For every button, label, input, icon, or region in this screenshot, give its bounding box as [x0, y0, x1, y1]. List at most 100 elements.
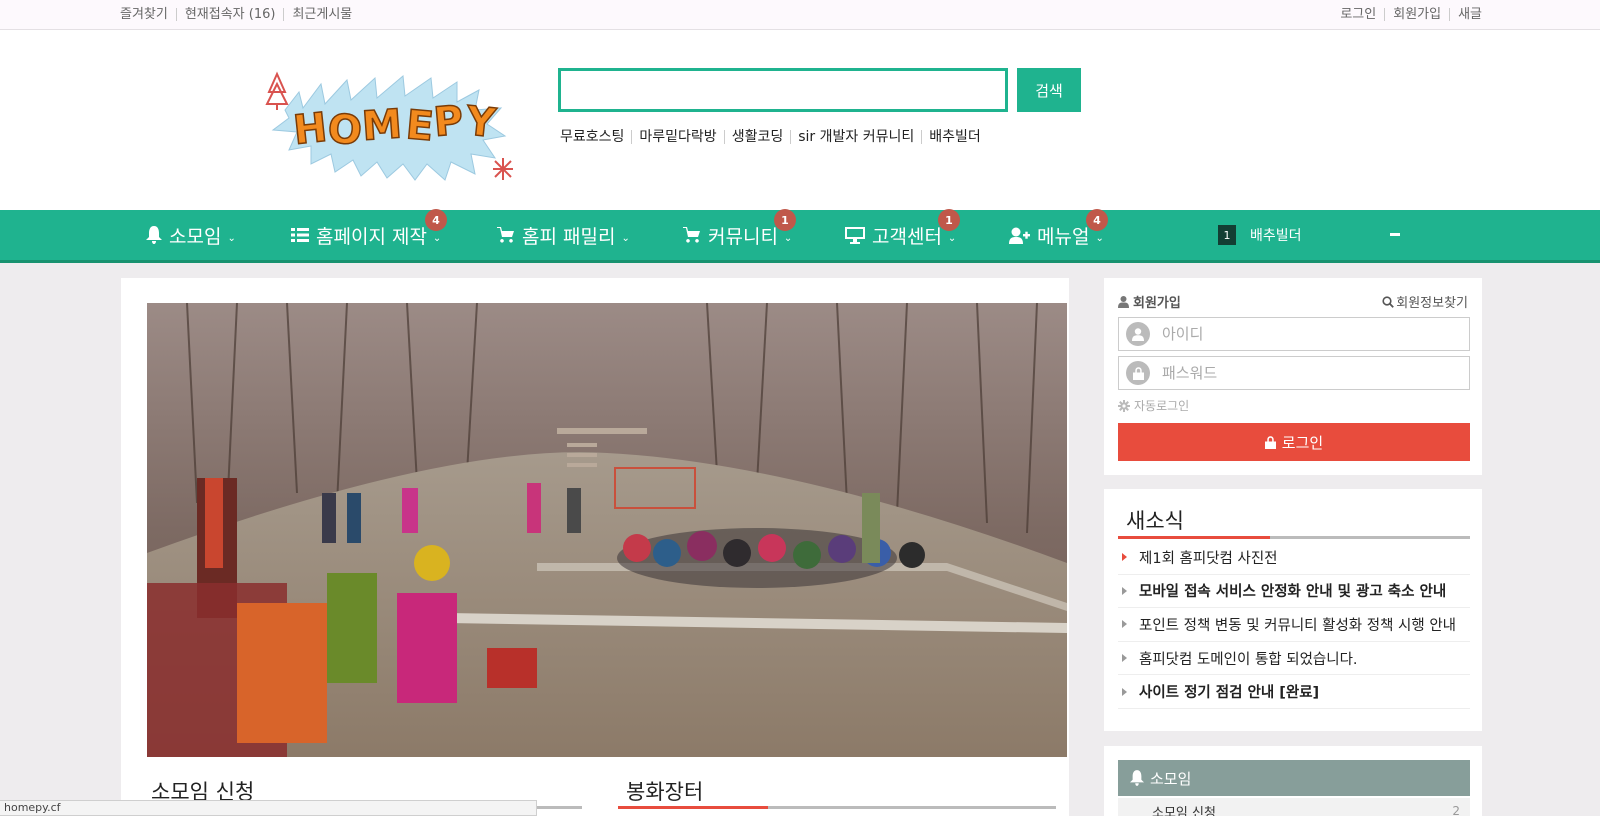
chevron-down-icon: ⌄	[1095, 232, 1104, 244]
triangle-right-icon	[1122, 620, 1127, 629]
notification-badge: 4	[425, 209, 447, 231]
browser-status-bar: homepy.cf	[0, 800, 537, 816]
cart-icon	[683, 227, 700, 243]
user-plus-icon	[1009, 227, 1030, 244]
news-item-text: 제1회 홈피닷컴 사진전	[1139, 550, 1278, 567]
cart-icon	[497, 227, 514, 243]
join-link[interactable]: 회원가입	[1118, 292, 1181, 311]
autologin-label: 자동로그인	[1134, 399, 1190, 413]
somoim-row-label: 소모임 신청	[1152, 805, 1216, 816]
section-divider-accent	[618, 806, 768, 809]
search-input[interactable]	[558, 68, 1008, 112]
password-input[interactable]	[1162, 364, 1452, 382]
nav-item-family[interactable]: 홈피 패밀리 ⌄	[497, 210, 630, 260]
triangle-right-icon	[1122, 687, 1127, 696]
chevron-down-icon: ⌄	[947, 232, 957, 244]
top-utility-bar: 즐겨찾기 현재접속자 (16) 최근게시물 로그인 회원가입 새글	[0, 0, 1600, 30]
login-link[interactable]: 로그인	[1340, 8, 1384, 21]
news-title[interactable]: 새소식	[1126, 505, 1184, 535]
news-item-text: 포인트 정책 변동 및 커뮤니티 활성화 정책 시행 안내	[1139, 617, 1457, 634]
autologin-checkbox[interactable]: 자동로그인	[1118, 397, 1189, 414]
site-logo[interactable]: H O M E P Y	[265, 70, 525, 182]
find-account-link[interactable]: 회원정보찾기	[1382, 292, 1468, 311]
collapse-button[interactable]	[1390, 233, 1400, 236]
triangle-right-icon	[1122, 654, 1127, 663]
notification-badge: 1	[774, 209, 796, 231]
news-item-text: 홈피닷컴 도메인이 통합 되었습니다.	[1139, 651, 1358, 668]
somoim-panel: 소모임 소모임 신청 2	[1104, 746, 1482, 816]
login-panel-header: 회원가입 회원정보찾기	[1118, 292, 1468, 311]
hero-image[interactable]	[147, 303, 1067, 757]
login-button[interactable]: 로그인	[1118, 423, 1470, 461]
search-icon	[1382, 295, 1395, 308]
quick-link-baechu-builder[interactable]: 배추빌더	[921, 130, 988, 144]
main-nav: 소모임 ⌄ 홈페이지 제작 ⌄ 4 홈피 패밀리 ⌄ 커뮤니티 ⌄ 1 고객센터…	[0, 209, 1600, 263]
nav-item-community[interactable]: 커뮤니티 ⌄ 1	[683, 209, 796, 260]
signup-link[interactable]: 회원가입	[1384, 8, 1449, 21]
somoim-panel-title: 소모임	[1150, 769, 1192, 788]
hero-photo	[147, 303, 1067, 757]
top-left-links: 즐겨찾기 현재접속자 (16) 최근게시물	[120, 0, 352, 29]
user-circle-icon	[1126, 322, 1150, 346]
user-label: 배추빌더	[1250, 228, 1302, 244]
news-item-text: 사이트 정기 점검 안내 [완료]	[1139, 685, 1320, 702]
user-number-badge: 1	[1218, 225, 1236, 245]
somoim-apply-row[interactable]: 소모임 신청 2	[1118, 798, 1470, 816]
current-users-link[interactable]: 현재접속자 (16)	[175, 8, 284, 21]
search-button[interactable]: 검색	[1017, 68, 1081, 112]
news-divider-accent	[1118, 536, 1270, 539]
svg-text:M: M	[360, 101, 403, 150]
gear-icon	[1118, 399, 1130, 412]
login-button-label: 로그인	[1281, 433, 1324, 452]
quick-link-opentutorials[interactable]: 생활코딩	[723, 130, 791, 144]
svg-text:E: E	[404, 102, 435, 150]
news-item[interactable]: 모바일 접속 서비스 안정화 안내 및 광고 축소 안내	[1118, 575, 1470, 609]
somoim-panel-header[interactable]: 소모임	[1118, 760, 1470, 796]
nav-label: 홈피 패밀리	[522, 225, 616, 248]
main-content: 소모임 신청 봉화장터	[121, 278, 1069, 816]
news-divider	[1118, 536, 1470, 539]
nav-label: 소모임	[169, 225, 222, 248]
chevron-down-icon: ⌄	[621, 232, 630, 244]
nav-item-support[interactable]: 고객센터 ⌄ 1	[845, 209, 960, 260]
nav-item-manual[interactable]: 메뉴얼 ⌄ 4	[1009, 209, 1108, 260]
user-icon	[1118, 295, 1129, 308]
nav-label: 커뮤니티	[708, 225, 778, 248]
section-title-market[interactable]: 봉화장터	[626, 776, 703, 806]
triangle-right-icon	[1122, 553, 1127, 562]
news-item[interactable]: 포인트 정책 변동 및 커뮤니티 활성화 정책 시행 안내	[1118, 608, 1470, 642]
news-item[interactable]: 홈피닷컴 도메인이 통합 되었습니다.	[1118, 642, 1470, 676]
new-posts-link[interactable]: 새글	[1449, 8, 1482, 21]
top-right-links: 로그인 회원가입 새글	[1340, 0, 1482, 29]
recent-posts-link[interactable]: 최근게시물	[283, 8, 352, 21]
lock-icon	[1264, 435, 1276, 449]
news-item-text: 모바일 접속 서비스 안정화 안내 및 광고 축소 안내	[1139, 584, 1447, 601]
bookmark-link[interactable]: 즐겨찾기	[120, 8, 176, 21]
news-item[interactable]: 제1회 홈피닷컴 사진전	[1118, 541, 1470, 575]
chevron-down-icon: ⌄	[227, 232, 236, 244]
homepy-logo-icon: H O M E P Y	[265, 71, 513, 181]
somoim-row-count: 2	[1452, 804, 1460, 816]
nav-user[interactable]: 1 배추빌더	[1218, 224, 1302, 246]
notification-badge: 1	[938, 209, 960, 231]
nav-label: 메뉴얼	[1037, 225, 1090, 248]
nav-label: 홈페이지 제작	[316, 225, 427, 248]
quick-link-sir[interactable]: sir 개발자 커뮤니티	[790, 130, 921, 144]
site-header: H O M E P Y 검색 무료호스팅 마루밑다락방 생활코딩 sir 개발자…	[0, 30, 1600, 210]
quick-link-free-hosting[interactable]: 무료호스팅	[560, 130, 631, 144]
find-account-label: 회원정보찾기	[1396, 296, 1468, 311]
id-input[interactable]	[1162, 325, 1452, 343]
svg-text:H: H	[291, 105, 329, 154]
lock-icon	[1126, 361, 1150, 385]
news-list: 제1회 홈피닷컴 사진전 모바일 접속 서비스 안정화 안내 및 광고 축소 안…	[1118, 541, 1470, 709]
nav-item-homepage[interactable]: 홈페이지 제작 ⌄ 4	[291, 209, 447, 260]
login-panel: 회원가입 회원정보찾기 자동로그인 로그인	[1104, 278, 1482, 475]
chevron-down-icon: ⌄	[432, 232, 442, 244]
quick-links: 무료호스팅 마루밑다락방 생활코딩 sir 개발자 커뮤니티 배추빌더	[560, 130, 988, 144]
list-icon	[291, 228, 309, 242]
quick-link-attic[interactable]: 마루밑다락방	[631, 130, 723, 144]
news-item[interactable]: 사이트 정기 점검 안내 [완료]	[1118, 675, 1470, 709]
password-field[interactable]	[1118, 356, 1470, 390]
id-field[interactable]	[1118, 317, 1470, 351]
nav-item-somoim[interactable]: 소모임 ⌄	[146, 210, 236, 260]
